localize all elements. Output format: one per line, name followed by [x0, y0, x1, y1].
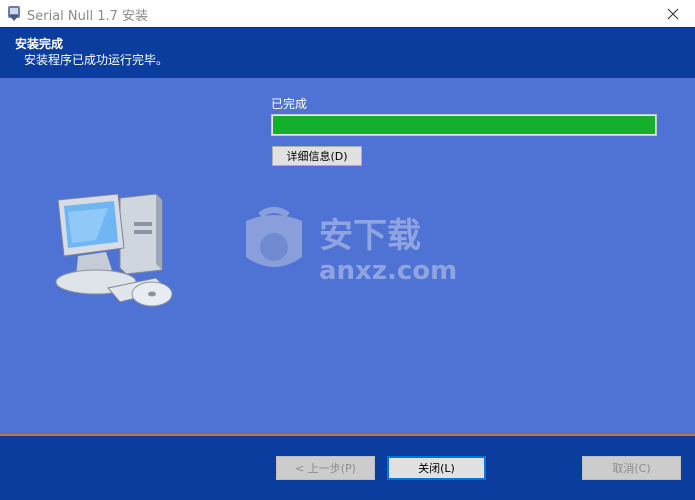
watermark-url-text: anxz.com	[319, 256, 456, 286]
back-button[interactable]: < 上一步(P)	[276, 456, 375, 480]
progress-status-label: 已完成	[271, 97, 308, 111]
window-close-button[interactable]	[651, 0, 695, 27]
watermark-cn-text: 安下载	[319, 216, 421, 256]
wizard-header: 安装完成 安装程序已成功运行完毕。	[0, 27, 695, 78]
install-progress-bar	[271, 114, 657, 136]
close-icon	[667, 8, 679, 19]
window-title: Serial Null 1.7 安装	[27, 9, 149, 24]
wizard-content: 已完成 详细信息(D) 安下载 anxz.com	[0, 78, 695, 434]
progress-fill	[273, 116, 655, 134]
wizard-footer: < 上一步(P) 关闭(L) 取消(C)	[0, 434, 695, 500]
header-subtitle: 安装程序已成功运行完毕。	[24, 53, 169, 67]
anxz-watermark-logo: 安下载 anxz.com	[236, 205, 457, 290]
cancel-button[interactable]: 取消(C)	[582, 456, 681, 480]
close-button[interactable]: 关闭(L)	[387, 456, 486, 480]
installer-app-icon	[6, 5, 22, 22]
header-title: 安装完成	[15, 37, 64, 51]
window-titlebar: Serial Null 1.7 安装	[0, 0, 695, 27]
computer-illustration	[48, 190, 178, 318]
details-button[interactable]: 详细信息(D)	[272, 146, 362, 166]
